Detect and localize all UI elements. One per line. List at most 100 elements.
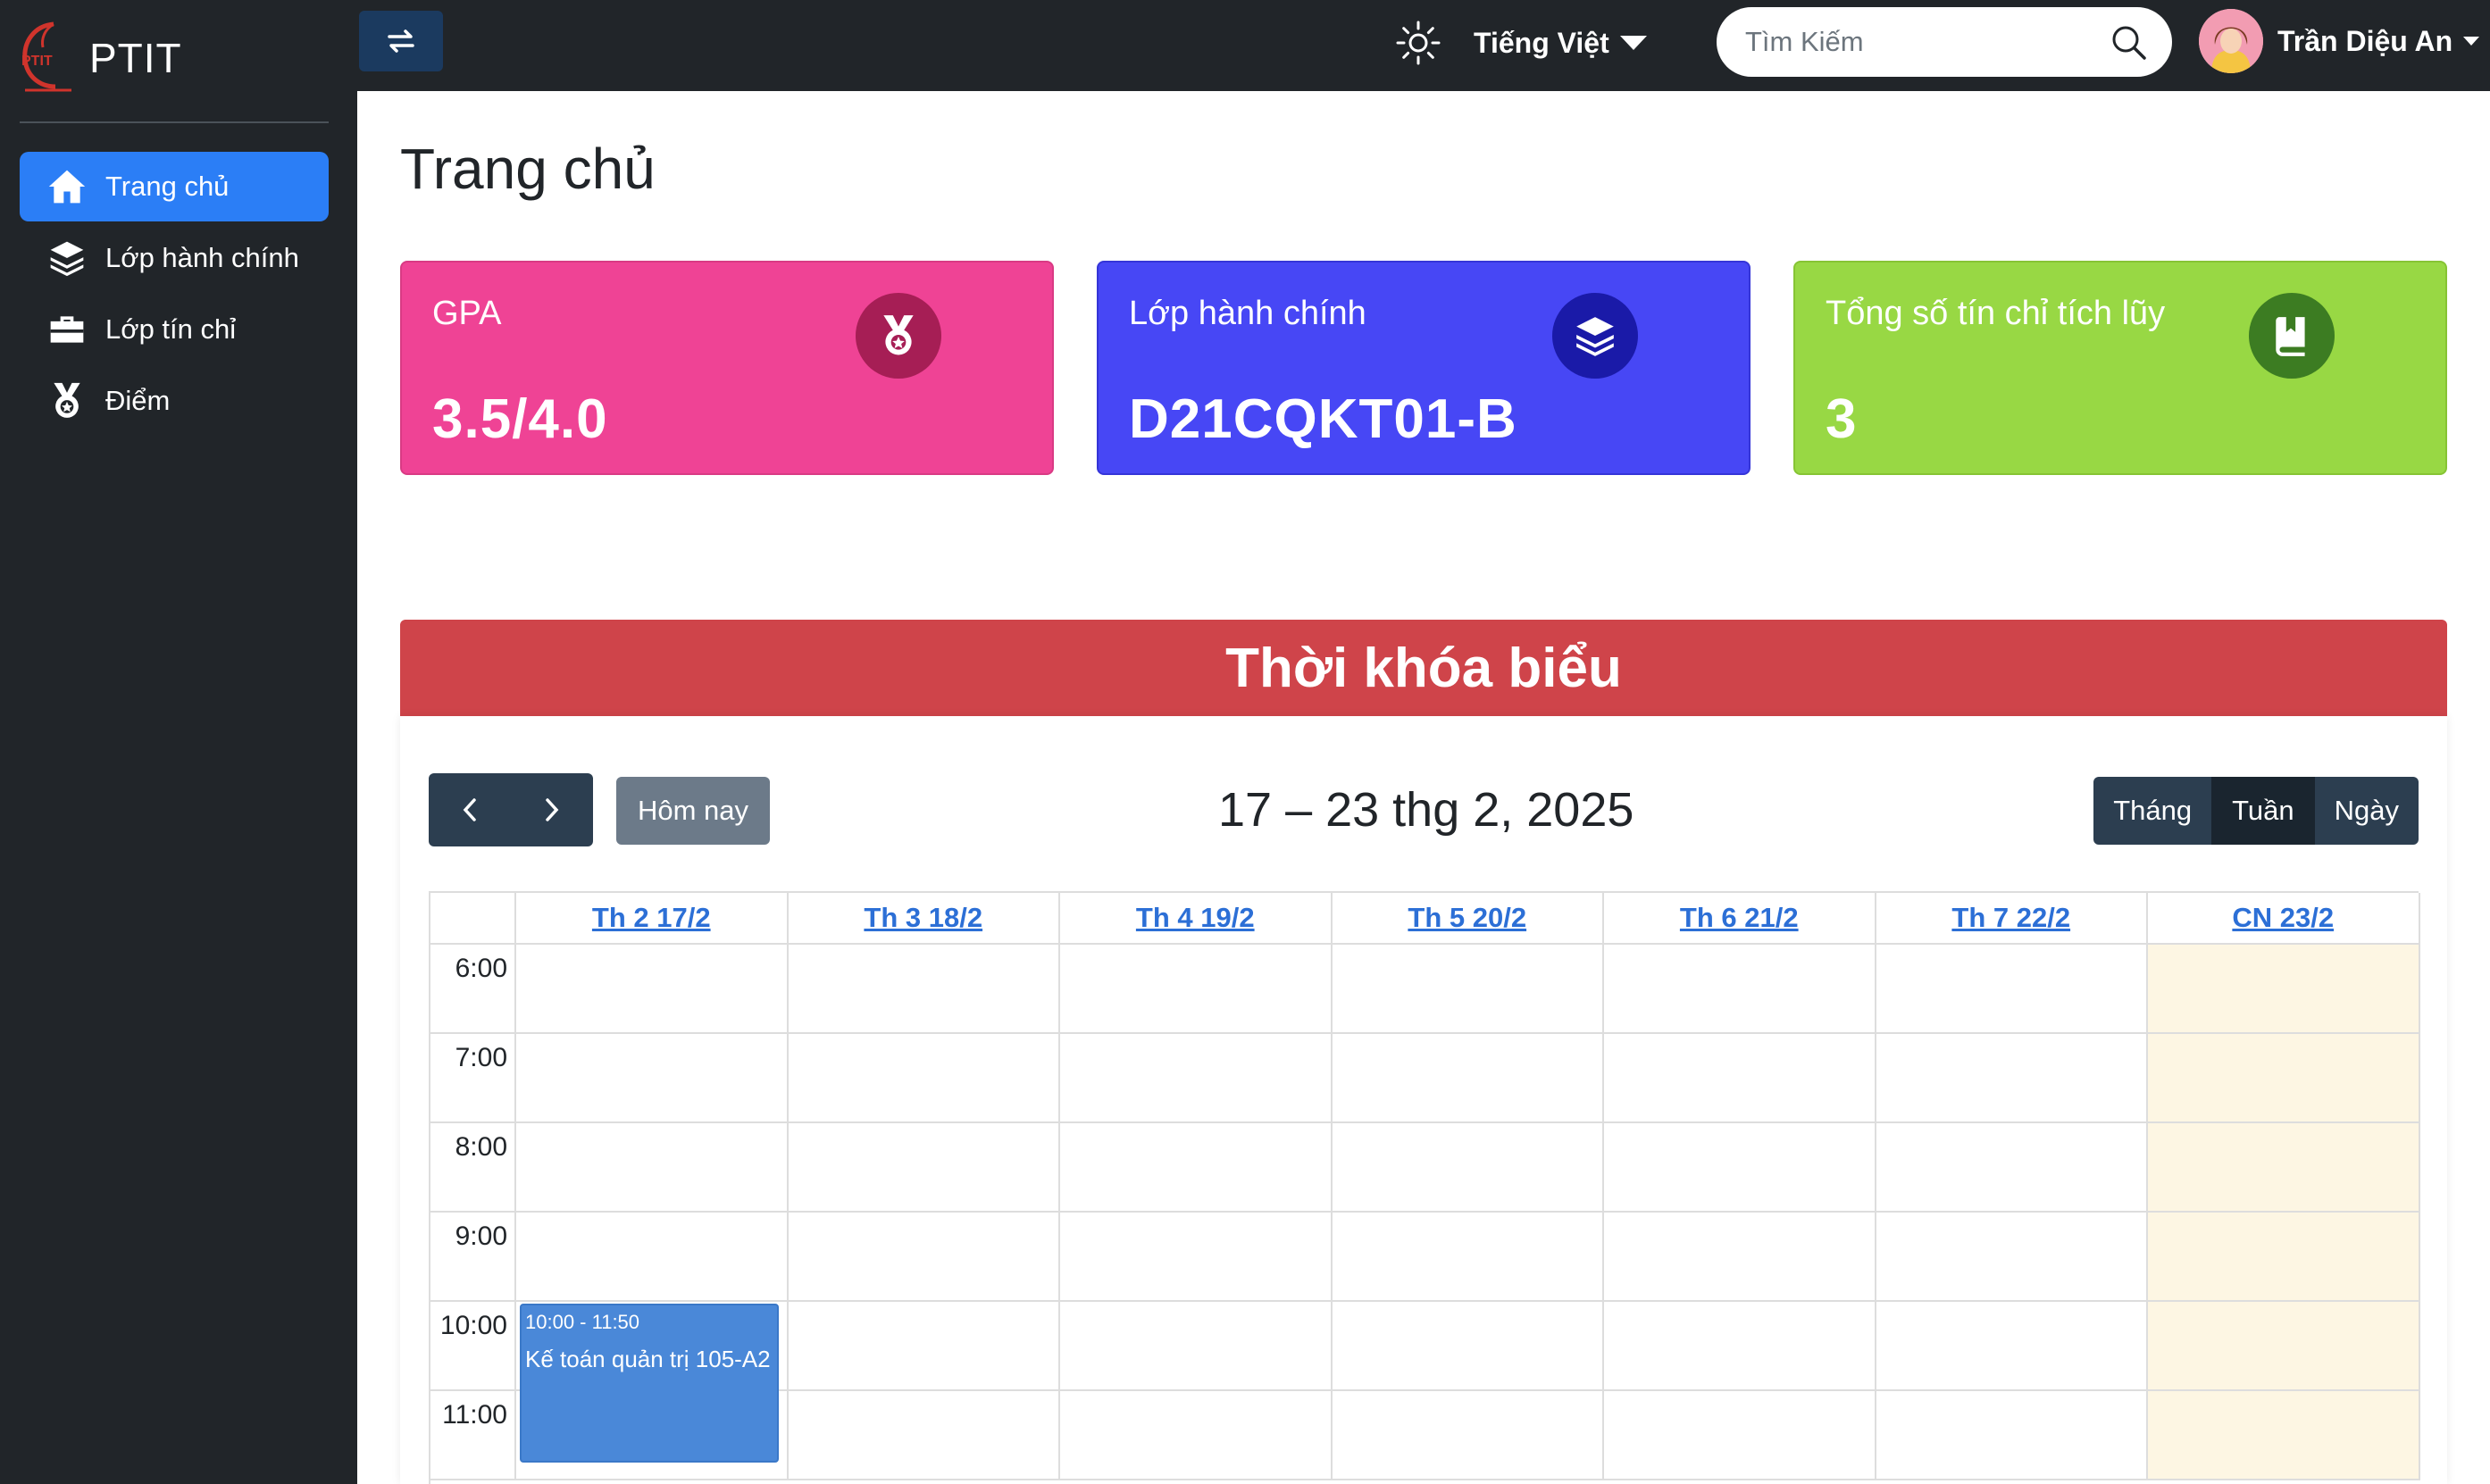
brand[interactable]: PTIT PTIT xyxy=(18,18,322,98)
time-slot[interactable] xyxy=(1060,1302,1333,1389)
time-slot[interactable] xyxy=(2148,1213,2420,1300)
medal-icon xyxy=(856,293,941,379)
avatar xyxy=(2199,9,2263,73)
grid-header: Th 2 17/2 Th 3 18/2 Th 4 19/2 Th 5 20/2 … xyxy=(430,893,2420,945)
swap-arrows-icon xyxy=(388,29,414,53)
sidebar-item-administrative-class[interactable]: Lớp hành chính xyxy=(20,223,329,293)
sidebar-item-label: Lớp hành chính xyxy=(105,242,299,273)
time-label: 11:00 xyxy=(430,1391,516,1479)
time-slot[interactable] xyxy=(1604,945,1876,1032)
week-grid: Th 2 17/2 Th 3 18/2 Th 4 19/2 Th 5 20/2 … xyxy=(429,891,2420,1484)
sidebar-toggle-button[interactable] xyxy=(359,11,443,71)
time-label: 6:00 xyxy=(430,945,516,1032)
time-slot[interactable] xyxy=(789,945,1060,1032)
logo-text: PTIT xyxy=(21,54,53,69)
day-header-tue[interactable]: Th 3 18/2 xyxy=(789,893,1060,943)
time-label: 10:00 xyxy=(430,1302,516,1389)
time-slot[interactable] xyxy=(1060,945,1333,1032)
next-week-button[interactable] xyxy=(511,773,593,846)
sidebar-item-home[interactable]: Trang chủ xyxy=(20,152,329,221)
topbar: Tiếng Việt Trần Diệu An xyxy=(357,0,2490,91)
calendar-nav-group xyxy=(429,773,593,846)
briefcase-icon xyxy=(46,309,88,350)
time-slot[interactable] xyxy=(1876,1391,2148,1479)
home-icon xyxy=(46,166,88,207)
time-slot[interactable] xyxy=(1604,1302,1876,1389)
day-header-thu[interactable]: Th 5 20/2 xyxy=(1333,893,1604,943)
time-slot[interactable] xyxy=(1604,1391,1876,1479)
time-slot[interactable] xyxy=(1060,1123,1333,1211)
time-slot[interactable] xyxy=(789,1391,1060,1479)
sidebar-divider xyxy=(20,121,329,123)
time-slot[interactable] xyxy=(516,1123,789,1211)
time-slot[interactable] xyxy=(1060,1391,1333,1479)
day-header-wed[interactable]: Th 4 19/2 xyxy=(1060,893,1333,943)
time-slot[interactable] xyxy=(2148,1302,2420,1389)
time-slot[interactable] xyxy=(1604,1034,1876,1121)
chevron-right-icon xyxy=(546,798,559,821)
time-slot[interactable] xyxy=(1876,1034,2148,1121)
time-row: 7:00 xyxy=(430,1034,2420,1123)
book-icon xyxy=(2249,293,2335,379)
time-row: 9:00 xyxy=(430,1213,2420,1302)
today-button[interactable]: Hôm nay xyxy=(616,777,770,845)
time-slot[interactable] xyxy=(2148,1034,2420,1121)
language-dropdown[interactable]: Tiếng Việt xyxy=(1474,21,1647,64)
time-slot[interactable] xyxy=(2148,1391,2420,1479)
time-slot[interactable] xyxy=(1876,1123,2148,1211)
main-content: Trang chủ GPA 3.5/4.0 Lớp hành chính D21… xyxy=(357,91,2490,1484)
calendar-event[interactable]: 10:00 - 11:50 Kế toán quản trị 105-A2 xyxy=(520,1304,779,1463)
time-slot[interactable] xyxy=(1333,945,1604,1032)
sidebar-item-label: Lớp tín chỉ xyxy=(105,313,237,345)
view-switcher: Tháng Tuần Ngày xyxy=(2093,777,2419,845)
sidebar-item-credit-class[interactable]: Lớp tín chỉ xyxy=(20,295,329,364)
time-row: 8:00 xyxy=(430,1123,2420,1213)
time-slot[interactable] xyxy=(516,1213,789,1300)
administrative-class-card: Lớp hành chính D21CQKT01-B xyxy=(1097,261,1751,475)
search-icon[interactable] xyxy=(2110,23,2147,61)
layers-icon xyxy=(46,238,88,279)
time-slot[interactable] xyxy=(1604,1123,1876,1211)
time-slot[interactable] xyxy=(1876,1213,2148,1300)
time-slot[interactable] xyxy=(1060,1213,1333,1300)
time-slot[interactable] xyxy=(789,1213,1060,1300)
view-day-button[interactable]: Ngày xyxy=(2313,777,2419,845)
day-header-sun[interactable]: CN 23/2 xyxy=(2148,893,2420,943)
time-slot[interactable] xyxy=(1060,1034,1333,1121)
time-slot[interactable] xyxy=(1333,1391,1604,1479)
view-week-button[interactable]: Tuần xyxy=(2211,777,2314,845)
prev-week-button[interactable] xyxy=(429,773,511,846)
time-slot[interactable] xyxy=(1604,1213,1876,1300)
time-slot[interactable] xyxy=(789,1123,1060,1211)
day-header-sat[interactable]: Th 7 22/2 xyxy=(1876,893,2148,943)
time-label: 9:00 xyxy=(430,1213,516,1300)
time-slot[interactable] xyxy=(1333,1302,1604,1389)
time-slot[interactable] xyxy=(1333,1034,1604,1121)
day-header-fri[interactable]: Th 6 21/2 xyxy=(1604,893,1876,943)
card-value: D21CQKT01-B xyxy=(1129,388,1517,450)
user-menu[interactable]: Trần Diệu An xyxy=(2199,5,2480,77)
time-slot[interactable] xyxy=(2148,1123,2420,1211)
chevron-left-icon xyxy=(463,798,476,821)
sidebar-item-label: Trang chủ xyxy=(105,171,230,202)
day-header-mon[interactable]: Th 2 17/2 xyxy=(516,893,789,943)
event-time: 10:00 - 11:50 xyxy=(525,1311,640,1333)
time-slot[interactable] xyxy=(789,1034,1060,1121)
card-value: 3.5/4.0 xyxy=(432,388,608,450)
time-slot[interactable] xyxy=(1876,945,2148,1032)
view-month-button[interactable]: Tháng xyxy=(2093,777,2211,845)
calendar-range-title: 17 – 23 thg 2, 2025 xyxy=(1218,783,1634,837)
sidebar-item-grades[interactable]: Điểm xyxy=(20,366,329,436)
medal-icon xyxy=(46,380,88,421)
time-slot[interactable] xyxy=(789,1302,1060,1389)
time-slot[interactable] xyxy=(1876,1302,2148,1389)
time-slot[interactable] xyxy=(516,1034,789,1121)
time-slot[interactable] xyxy=(516,945,789,1032)
credits-card: Tổng số tín chỉ tích lũy 3 xyxy=(1793,261,2447,475)
sun-icon[interactable] xyxy=(1395,20,1441,66)
search-input[interactable] xyxy=(1745,26,2110,58)
time-slot[interactable] xyxy=(2148,945,2420,1032)
time-slot[interactable] xyxy=(1333,1123,1604,1211)
event-title: Kế toán quản trị 105-A2 xyxy=(525,1346,771,1372)
time-slot[interactable] xyxy=(1333,1213,1604,1300)
